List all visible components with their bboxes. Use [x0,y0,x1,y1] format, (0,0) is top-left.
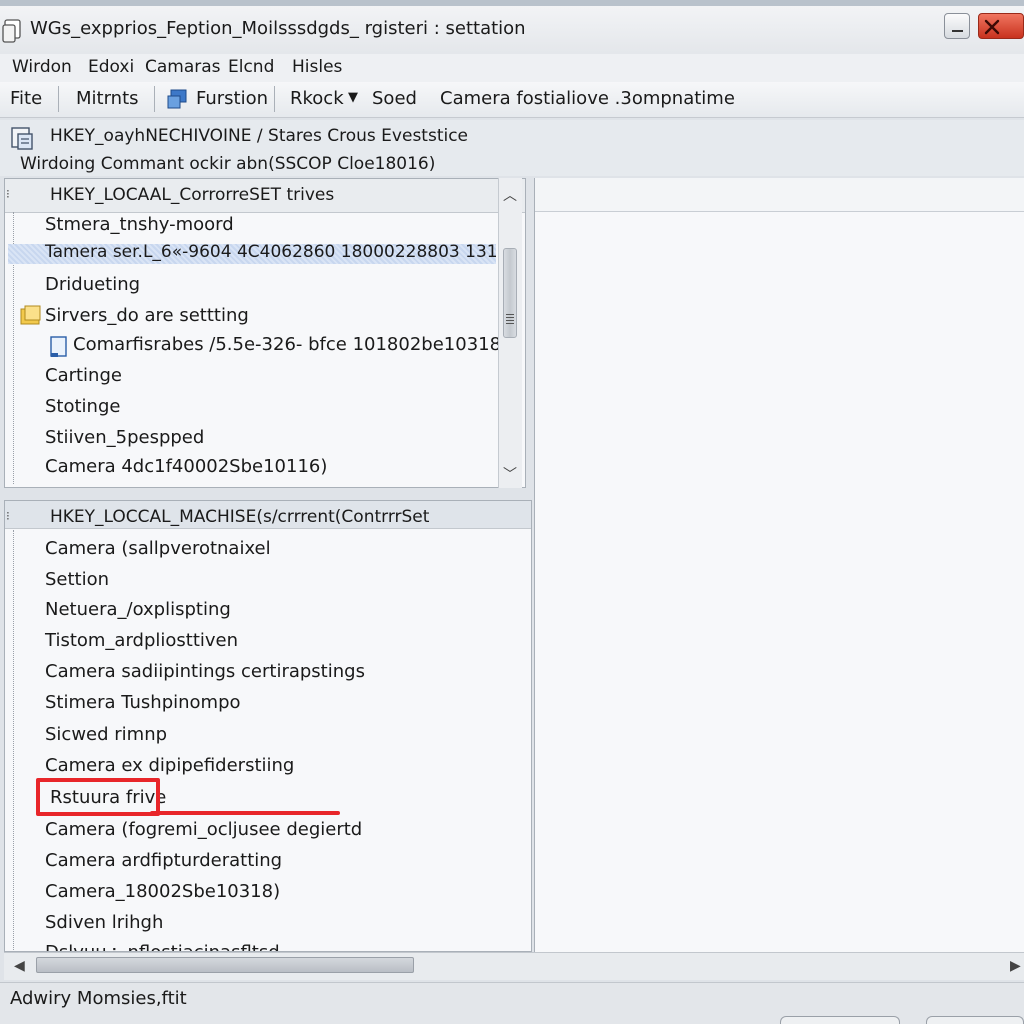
list-item[interactable]: Sdiven lrihgh [45,912,163,933]
folder-icon [20,305,41,325]
list-item[interactable]: Stiiven_5pespped [45,427,204,448]
list-item[interactable]: Camera_18002Sbe10318) [45,881,280,902]
monitor-icon [167,89,187,109]
horizontal-scrollbar-thumb[interactable] [36,957,414,973]
close-button[interactable] [978,13,1024,39]
registry-icon [11,127,33,150]
list-item[interactable]: Cartinge [45,365,122,386]
top-pane-header-label: HKEY_LOCAAL_CorrorreSET trives [50,185,335,205]
document-icon [50,336,67,357]
status-panel [780,1016,900,1024]
camera-info-text: Camera fostialiove .3ompnatime [440,88,735,109]
detail-pane [534,178,1024,952]
window-title: WGs_expprios_Feption_Moilsssdgds_ rgiste… [30,18,526,39]
list-item[interactable]: Camera (fogremi_ocljusee degiertd [45,819,362,840]
menu-item-cameras[interactable]: Camaras [145,57,221,77]
list-item[interactable]: Dridueting [45,274,140,295]
scroll-down-icon[interactable]: ﹀ [503,464,517,484]
tree-guide-line [13,530,14,950]
list-item[interactable]: Stimera Tushpinompo [45,692,241,713]
menu-item-find[interactable]: Elcnd [228,57,274,77]
collapse-icon[interactable]: ⁝ [6,187,10,201]
list-item[interactable]: Settion [45,569,109,590]
list-item[interactable]: Camera 4dc1f40002Sbe10116) [45,456,327,477]
list-item[interactable]: Camera ardfipturderatting [45,850,282,871]
status-panel [926,1016,1024,1024]
list-item[interactable]: Netuera_/oxplispting [45,599,231,620]
menu-item-window[interactable]: Wirdon [12,57,72,77]
scroll-up-icon[interactable]: ︿ [503,185,517,205]
app-icon [2,19,21,43]
menu-item-hisles[interactable]: Hisles [292,57,342,77]
address-subtitle: Wirdoing Commant ockir abn(SSCOP Cloe180… [20,154,436,174]
list-item[interactable]: Stmera_tnshy-moord [45,214,234,235]
list-item[interactable]: Dslvuu÷ nflostiacinasfltsd [45,942,280,951]
menu-item-edit[interactable]: Edoxi [88,57,134,77]
furstion-button[interactable]: Furstion [196,88,268,109]
toolbar-separator [58,86,59,112]
bottom-pane-header-label: HKEY_LOCCAL_MACHISE(s/crrrent(ContrrrSet [50,507,430,527]
scroll-right-icon[interactable]: ▶ [1010,958,1021,974]
list-item[interactable]: Stotinge [45,396,120,417]
toolbar-separator [274,86,275,112]
mitrnts-button[interactable]: Mitrnts [76,88,139,109]
list-item[interactable]: Sicwed rimnp [45,724,167,745]
list-item[interactable]: Comarfisrabes /5.5e-326- bfce 101802be10… [73,334,508,355]
list-item[interactable]: Camera sadiipintings certirapstings [45,661,365,682]
list-item[interactable]: Tistom_ardpliosttiven [45,630,238,651]
chevron-down-icon[interactable]: ▼ [348,90,358,105]
highlight-underline [150,811,340,815]
minimize-button[interactable] [944,13,970,39]
toolbar-separator [154,86,155,112]
address-path[interactable]: HKEY_oayhNECHIVOINE ∕ Stares Crous Evest… [50,126,468,146]
detail-pane-header [535,178,1024,212]
scroll-left-icon[interactable]: ◀ [14,958,25,974]
close-icon [984,19,1000,35]
grip-icon [506,314,514,326]
file-button[interactable]: Fite [10,88,42,109]
list-item[interactable]: Camera (sallpverotnaixel [45,538,271,559]
highlight-box [36,778,160,816]
list-item-clipped: Dslvuu÷ nflostiacinasfltsd [5,940,531,951]
title-bar-top-edge [0,0,1024,6]
list-item-selected[interactable]: Tamera ser.L_6«-9604 4C4062860 180002288… [45,242,515,262]
list-item[interactable]: Camera ex dipipefiderstiing [45,755,294,776]
soed-button[interactable]: Soed [372,88,417,109]
rkock-dropdown[interactable]: Rkock [290,88,344,109]
collapse-icon[interactable]: ⁝ [6,509,10,523]
status-text: Adwiry Momsies,ftit [10,988,187,1009]
list-item[interactable]: Sirvers_do are settting [45,305,249,326]
